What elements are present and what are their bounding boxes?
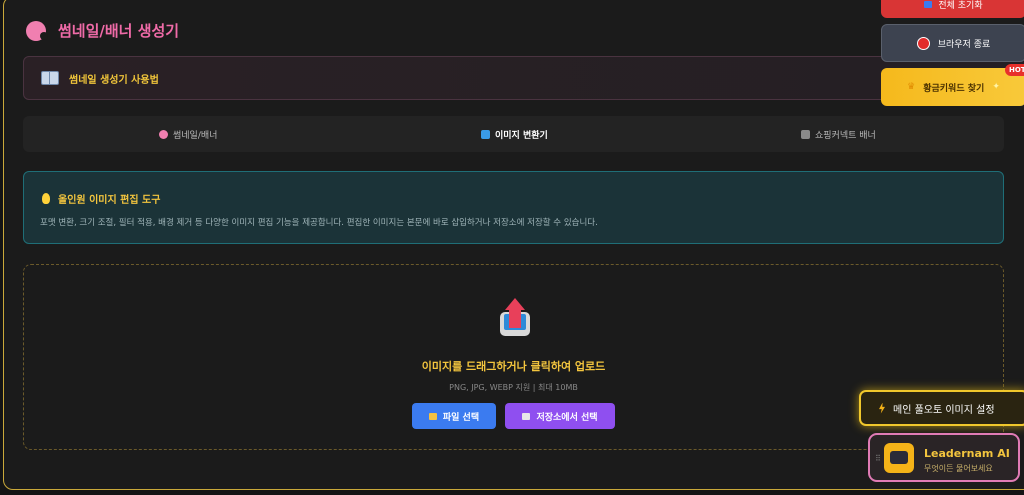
robot-icon [884,443,914,473]
shop-icon [801,129,810,139]
lightbulb-icon [42,193,50,204]
tab-image-converter[interactable]: 이미지 변환기 [481,116,548,152]
lightning-icon [879,402,885,414]
browser-close-label: 브라우저 종료 [937,39,991,50]
page-header: 썸네일/배너 생성기 [26,20,179,41]
folder-icon [428,412,437,420]
auto-image-label: 메인 풀오토 이미지 설정 [893,404,995,416]
file-select-label: 파일 선택 [442,412,480,423]
palette-icon [159,129,168,139]
auto-image-settings-button[interactable]: 메인 풀오토 이미지 설정 [859,390,1024,426]
tab-shopping-banner[interactable]: 쇼핑커넥트 배너 [801,116,876,152]
info-box: 올인원 이미지 편집 도구 포맷 변환, 크기 조절, 필터 적용, 배경 제거… [23,171,1004,244]
tab-thumbnail-banner[interactable]: 썸네일/배너 [159,116,217,152]
usage-guide-label: 썸네일 생성기 사용법 [69,74,159,86]
browser-close-button[interactable]: 브라우저 종료 [881,24,1024,62]
page-title: 썸네일/배너 생성기 [58,22,180,40]
upload-dropzone[interactable]: 이미지를 드래그하거나 클릭하여 업로드 PNG, JPG, WEBP 지원 |… [23,264,1004,450]
book-icon [41,71,59,85]
tab-label: 쇼핑커넥트 배너 [815,130,876,141]
usage-guide-toggle[interactable]: 썸네일 생성기 사용법 [23,56,1024,100]
gold-keyword-button[interactable]: ♛ 황금키워드 찾기 ✦ [881,68,1024,106]
upload-subtitle: PNG, JPG, WEBP 지원 | 최대 10MB [449,383,578,392]
upload-icon [500,298,530,336]
drag-handle-icon[interactable]: ⠿ [875,454,881,463]
assistant-subtitle: 무엇이든 물어보세요 [924,464,993,473]
palette-icon [26,20,48,41]
image-icon [481,129,490,139]
info-description: 포맷 변환, 크기 조절, 필터 적용, 배경 제거 등 다양한 이미지 편집 … [40,218,598,228]
assistant-name: Leadernam AI [924,447,1010,460]
info-title: 올인원 이미지 편집 도구 [58,195,161,206]
reset-icon [924,0,933,8]
storage-select-button[interactable]: 저장소에서 선택 [505,403,615,429]
ai-assistant-widget[interactable]: ⠿ Leadernam AI 무엇이든 물어보세요 [868,433,1020,482]
reset-all-button[interactable]: 전체 초기화 [881,0,1024,18]
storage-select-label: 저장소에서 선택 [536,412,598,423]
crown-icon: ♛ [907,82,916,92]
file-select-button[interactable]: 파일 선택 [412,403,496,429]
sparkle-icon: ✦ [992,82,1000,92]
gold-keyword-label: 황금키워드 찾기 [923,83,985,94]
disk-icon [522,412,531,420]
record-icon [916,36,930,50]
upload-title: 이미지를 드래그하거나 클릭하여 업로드 [421,360,606,373]
reset-all-label: 전체 초기화 [938,0,983,11]
hot-badge: HOT [1005,64,1024,76]
tab-label: 이미지 변환기 [495,130,548,141]
tab-bar: 썸네일/배너 이미지 변환기 쇼핑커넥트 배너 [23,116,1004,152]
tab-label: 썸네일/배너 [173,130,218,141]
